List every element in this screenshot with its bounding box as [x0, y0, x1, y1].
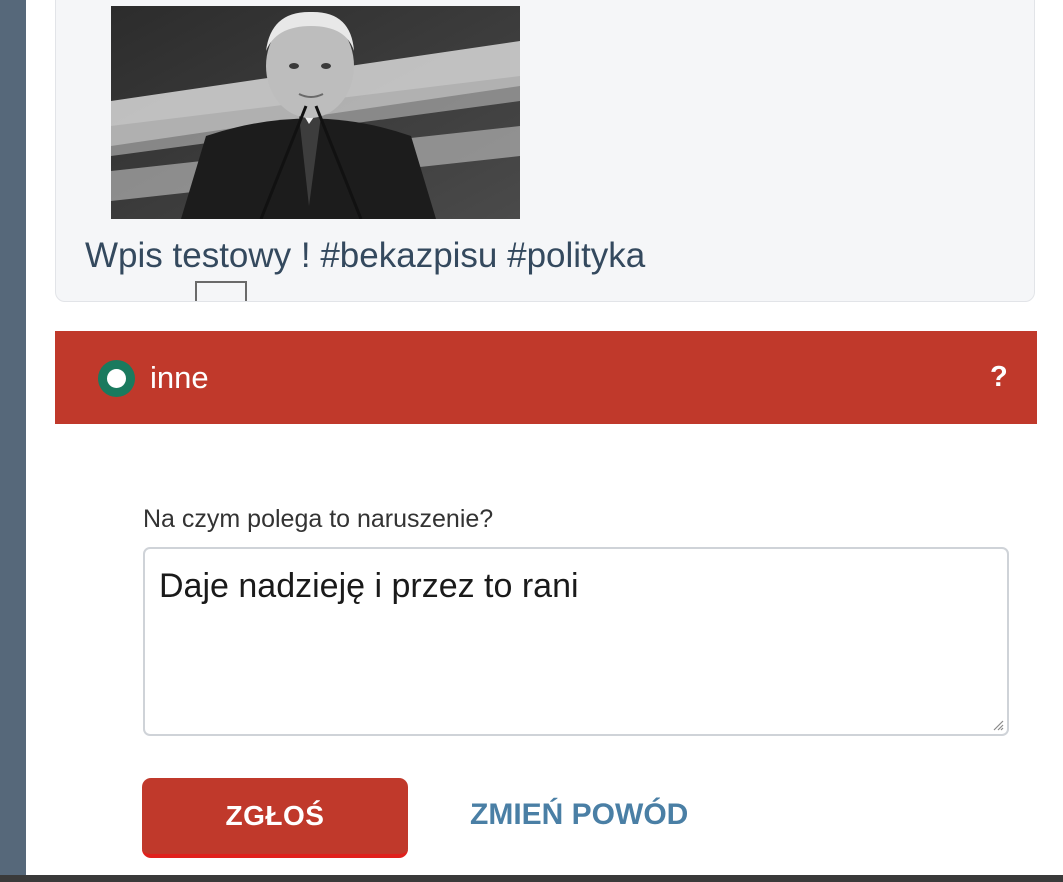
violation-question-label: Na czym polega to naruszenie?: [143, 505, 494, 533]
post-text: Wpis testowy ! #bekazpisu #polityka: [85, 236, 646, 275]
violation-description-field[interactable]: Daje nadzieję i przez to rani: [143, 547, 1009, 736]
bottom-edge: [0, 875, 1063, 882]
resize-grip-icon[interactable]: [992, 719, 1004, 731]
post-photo: [111, 6, 520, 219]
embed-icon[interactable]: [195, 281, 247, 301]
left-rail: [0, 0, 26, 882]
change-reason-link[interactable]: ZMIEŃ POWÓD: [470, 798, 688, 832]
submit-report-button[interactable]: ZGŁOŚ: [142, 778, 408, 858]
radio-selected-icon[interactable]: [98, 360, 135, 397]
post-image[interactable]: [111, 6, 520, 219]
help-icon[interactable]: ?: [990, 361, 1008, 394]
reason-label: inne: [150, 360, 209, 395]
